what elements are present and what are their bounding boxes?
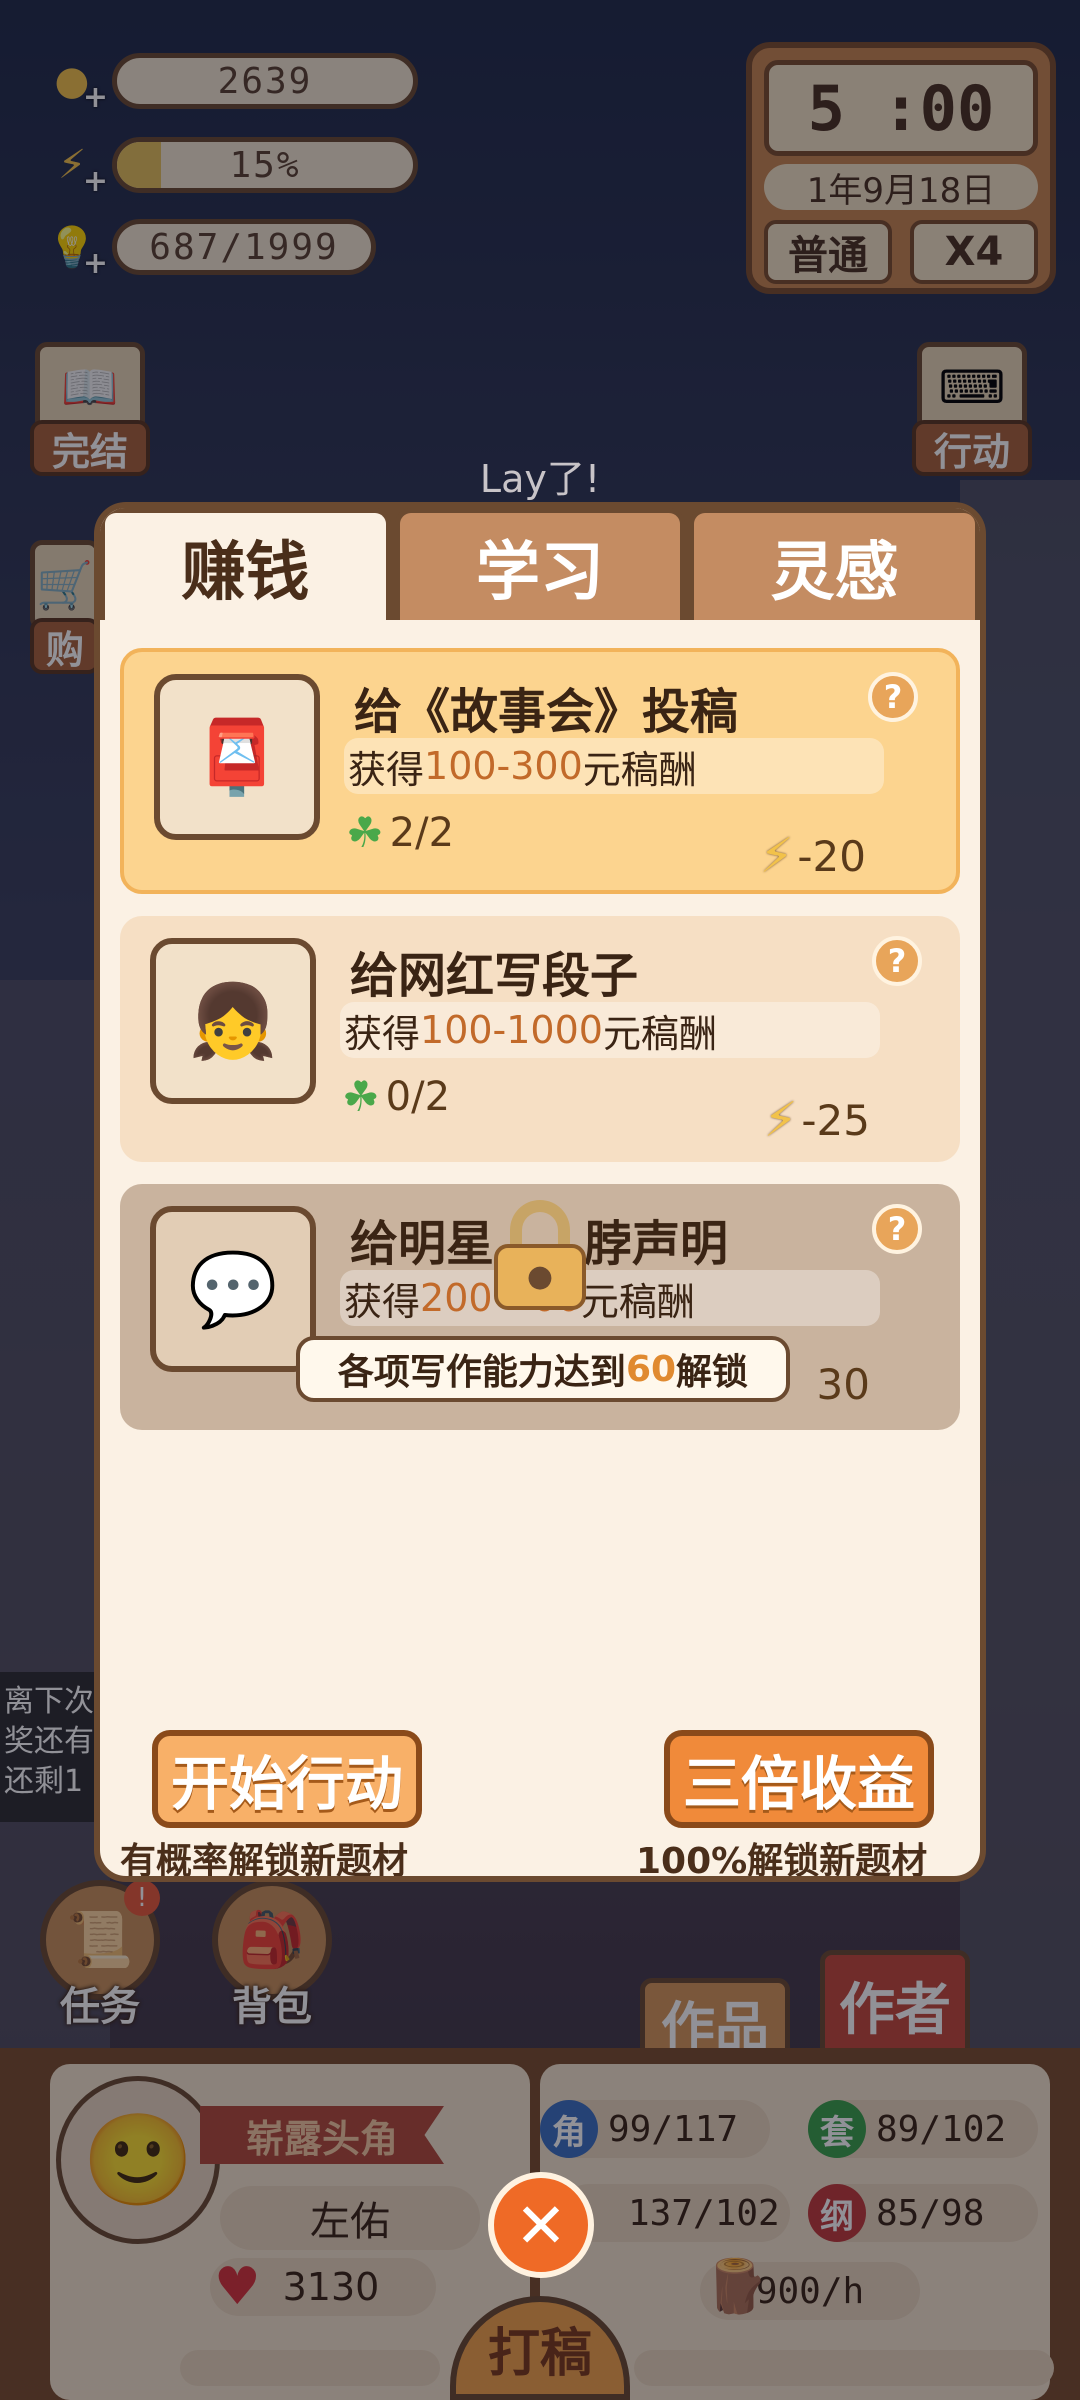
clover-icon: ☘ (342, 1072, 380, 1121)
modal-tabs: 赚钱 学习 灵感 (100, 508, 980, 620)
card-desc: 获得20000元稿酬 (340, 1270, 880, 1326)
card-energy-cost: 30 (816, 1360, 870, 1409)
task-modal: 赚钱 学习 灵感 📮 给《故事会》投稿 获得 100-300 元稿酬 ☘ 2/2 ⚡ -… (94, 502, 986, 1882)
help-icon[interactable]: ? (868, 672, 918, 722)
unlock-requirement: 各项写作能力达到 60 解锁 (296, 1336, 790, 1402)
padlock-icon: ● (492, 1200, 588, 1310)
card-desc: 获得 100-1000 元稿酬 (340, 1002, 880, 1058)
card-energy-cost: ⚡ -20 (759, 828, 866, 884)
chat-icon: 💬 (150, 1206, 316, 1372)
clover-icon: ☘ (346, 808, 384, 857)
card-title: 给网红写段子 (350, 948, 639, 1004)
triple-reward-button[interactable]: 三倍收益 (664, 1730, 934, 1828)
lightning-icon: ⚡ (759, 828, 794, 884)
start-action-button[interactable]: 开始行动 (152, 1730, 422, 1828)
task-card-story-submission[interactable]: 📮 给《故事会》投稿 获得 100-300 元稿酬 ☘ 2/2 ⚡ -20 ? (120, 648, 960, 894)
card-count: ☘ 0/2 (342, 1072, 451, 1121)
start-action-hint: 有概率解锁新题材 (120, 1841, 409, 1882)
help-icon[interactable]: ? (872, 936, 922, 986)
card-title: 给《故事会》投稿 (354, 684, 739, 740)
mailbox-icon: 📮 (154, 674, 320, 840)
close-button[interactable]: ✕ (488, 2172, 594, 2278)
triple-reward-hint: 100%解锁新题材 (636, 1841, 928, 1882)
lightning-icon: ⚡ (763, 1092, 798, 1148)
tab-study[interactable]: 学习 (394, 508, 686, 620)
task-card-influencer-jokes[interactable]: 👧 给网红写段子 获得 100-1000 元稿酬 ☘ 0/2 ⚡ -25 ? (120, 916, 960, 1162)
influencer-icon: 👧 (150, 938, 316, 1104)
tab-earn-money[interactable]: 赚钱 (100, 508, 391, 620)
card-desc: 获得 100-300 元稿酬 (344, 738, 884, 794)
tab-inspiration[interactable]: 灵感 (689, 508, 980, 620)
card-energy-cost: ⚡ -25 (763, 1092, 870, 1148)
card-count: ☘ 2/2 (346, 808, 455, 857)
help-icon[interactable]: ? (872, 1204, 922, 1254)
toast-message: Lay了! (479, 457, 601, 501)
